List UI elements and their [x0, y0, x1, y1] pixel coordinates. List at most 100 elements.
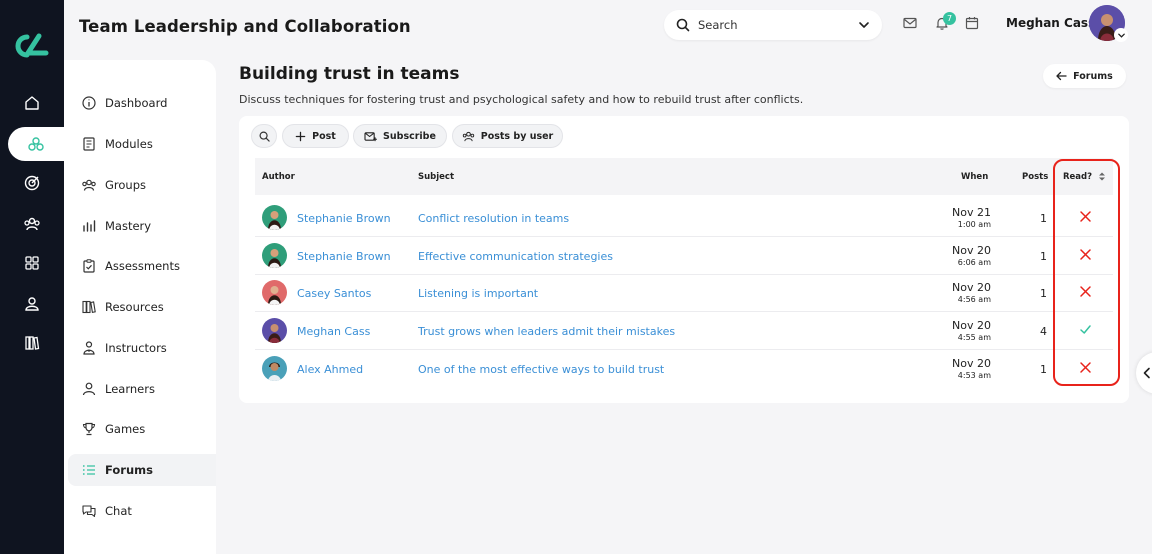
post-count: 1: [1040, 250, 1047, 263]
search-icon: [259, 131, 270, 142]
posts-by-user-button[interactable]: Posts by user: [452, 124, 563, 148]
trophy-icon: [82, 422, 96, 436]
table-row[interactable]: Stephanie Brown Effective communication …: [255, 237, 1113, 275]
sidebar-item-label: Modules: [105, 137, 153, 151]
logo-icon[interactable]: [11, 31, 51, 61]
back-to-forums-button[interactable]: Forums: [1043, 64, 1126, 88]
learner-icon: [82, 382, 96, 396]
plus-icon: [295, 131, 306, 141]
chevron-down-icon[interactable]: [856, 17, 872, 33]
chevron-left-icon: [1143, 367, 1150, 379]
sidebar-item-label: Instructors: [105, 341, 167, 355]
subscribe-button[interactable]: Subscribe: [353, 124, 447, 148]
instructor-icon: [83, 341, 95, 355]
chat-icon: [82, 505, 96, 518]
column-when[interactable]: When: [961, 172, 988, 182]
mail-plus-icon: [364, 131, 377, 141]
subject-link[interactable]: One of the most effective ways to build …: [418, 363, 664, 376]
forum-card: Post Subscribe Posts by user Author Subj…: [239, 116, 1129, 403]
grid-icon: [25, 256, 39, 270]
table-row[interactable]: Meghan Cass Trust grows when leaders adm…: [255, 312, 1113, 350]
avatar: [262, 356, 287, 381]
subject-link[interactable]: Conflict resolution in teams: [418, 212, 569, 225]
rail-groups[interactable]: [8, 127, 64, 161]
sidebar-item-dashboard[interactable]: Dashboard: [68, 87, 216, 119]
back-button-label: Forums: [1073, 70, 1113, 82]
search-input[interactable]: Search: [698, 18, 738, 32]
sidebar-item-instructors[interactable]: Instructors: [68, 332, 216, 364]
post-count: 4: [1040, 325, 1047, 338]
author-link[interactable]: Stephanie Brown: [297, 212, 391, 225]
table-search-button[interactable]: [251, 124, 277, 148]
user-name[interactable]: Meghan Cass: [1006, 16, 1095, 30]
sidebar-item-label: Resources: [105, 300, 164, 314]
table-row[interactable]: Stephanie Brown Conflict resolution in t…: [255, 199, 1113, 237]
sidebar-item-assessments[interactable]: Assessments: [68, 250, 216, 282]
people-icon: [24, 217, 40, 231]
sidebar: Dashboard Modules Groups Mastery Assessm…: [64, 60, 216, 554]
rail-people[interactable]: [0, 207, 64, 241]
library-icon: [25, 336, 40, 350]
column-author[interactable]: Author: [262, 172, 295, 182]
column-subject[interactable]: Subject: [418, 172, 454, 182]
icon-rail: [0, 0, 64, 554]
users-icon: [462, 131, 474, 141]
notification-badge: 7: [943, 12, 956, 25]
table-row[interactable]: Casey Santos Listening is important Nov …: [255, 274, 1113, 312]
posts-by-user-button-label: Posts by user: [480, 130, 554, 142]
post-count: 1: [1040, 287, 1047, 300]
author-link[interactable]: Meghan Cass: [297, 325, 370, 338]
subject-link[interactable]: Effective communication strategies: [418, 250, 613, 263]
book-icon: [83, 137, 95, 151]
author-link[interactable]: Stephanie Brown: [297, 250, 391, 263]
app-title: Team Leadership and Collaboration: [79, 17, 411, 36]
rail-target[interactable]: [0, 166, 64, 200]
avatar: [262, 205, 287, 230]
sidebar-item-label: Forums: [105, 463, 153, 477]
arrow-left-icon: [1056, 71, 1067, 81]
books-icon: [82, 300, 96, 314]
rail-library[interactable]: [0, 326, 64, 360]
rail-person[interactable]: [0, 287, 64, 321]
rail-home[interactable]: [0, 86, 64, 120]
sidebar-item-resources[interactable]: Resources: [68, 291, 216, 323]
avatar: [262, 243, 287, 268]
sidebar-item-forums[interactable]: Forums: [68, 454, 216, 486]
sidebar-item-learners[interactable]: Learners: [68, 373, 216, 405]
author-avatar-icon: [262, 356, 287, 381]
list-icon: [82, 465, 95, 475]
chevron-down-icon: [1117, 33, 1125, 38]
subject-link[interactable]: Listening is important: [418, 287, 538, 300]
table-header: Author Subject When Posts Read?: [255, 158, 1113, 195]
post-count: 1: [1040, 212, 1047, 225]
sidebar-item-groups[interactable]: Groups: [68, 169, 216, 201]
sidebar-item-mastery[interactable]: Mastery: [68, 210, 216, 242]
author-link[interactable]: Alex Ahmed: [297, 363, 363, 376]
post-date: Nov 20: [952, 319, 991, 332]
sidebar-item-games[interactable]: Games: [68, 413, 216, 445]
sidebar-item-label: Groups: [105, 178, 147, 192]
post-time: 6:06 am: [957, 258, 991, 267]
page-description: Discuss techniques for fostering trust a…: [239, 93, 804, 106]
calendar-icon[interactable]: [964, 15, 980, 31]
author-link[interactable]: Casey Santos: [297, 287, 371, 300]
user-menu-chevron[interactable]: [1114, 28, 1128, 42]
table-row[interactable]: Alex Ahmed One of the most effective way…: [255, 350, 1113, 388]
search-box[interactable]: Search: [664, 10, 882, 40]
mail-icon[interactable]: [902, 15, 918, 31]
column-posts[interactable]: Posts: [1022, 172, 1048, 182]
sidebar-item-label: Chat: [105, 504, 132, 518]
author-avatar-icon: [262, 243, 287, 268]
home-icon: [25, 96, 39, 110]
post-button[interactable]: Post: [282, 124, 349, 148]
rail-grid[interactable]: [0, 246, 64, 280]
right-panel-toggle[interactable]: [1136, 352, 1152, 394]
post-time: 4:55 am: [957, 333, 991, 342]
groups-icon: [28, 137, 44, 151]
subject-link[interactable]: Trust grows when leaders admit their mis…: [418, 325, 675, 338]
read-column-highlight: [1053, 159, 1120, 386]
sidebar-item-label: Dashboard: [105, 96, 168, 110]
person-icon: [25, 297, 39, 311]
sidebar-item-chat[interactable]: Chat: [68, 495, 216, 527]
sidebar-item-modules[interactable]: Modules: [68, 128, 216, 160]
